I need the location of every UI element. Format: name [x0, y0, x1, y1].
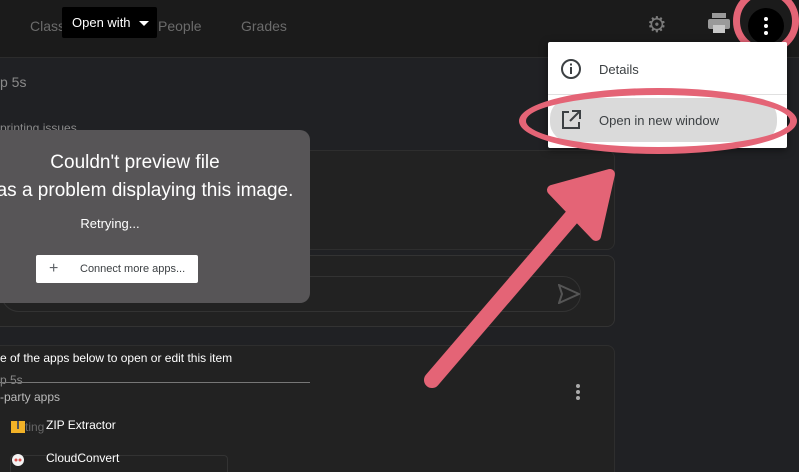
preview-title: Couldn't preview file [50, 152, 220, 173]
background-text: p 5s [0, 373, 23, 387]
annotation-arrow [424, 169, 615, 388]
tab-grades[interactable]: Grades [241, 18, 287, 34]
background-text: p 5s [0, 74, 27, 90]
zip-icon [10, 418, 26, 434]
connect-label: Connect more apps... [80, 263, 186, 275]
app-name: ZIP Extractor [46, 418, 116, 432]
info-icon [561, 59, 581, 79]
connect-more-apps-button[interactable]: + Connect more apps... [36, 255, 198, 283]
preview-error-panel: Couldn't preview file as a problem displ… [0, 130, 310, 303]
open-with-label: Open with [72, 15, 131, 30]
app-item-zip-extractor[interactable]: ZIP Extractor [0, 418, 200, 436]
apps-heading: e of the apps below to open or edit this… [0, 351, 233, 365]
third-party-label: -party apps [0, 390, 61, 404]
apps-divider [0, 382, 310, 383]
cloud-icon [10, 451, 26, 467]
open-with-button[interactable]: Open with [62, 7, 157, 38]
app-name: CloudConvert [46, 451, 120, 465]
preview-status: Retrying... [80, 216, 140, 231]
tab-people[interactable]: People [158, 18, 202, 34]
caret-down-icon [138, 21, 149, 26]
highlight-ring [519, 88, 797, 154]
gear-icon[interactable]: ⚙ [647, 14, 669, 36]
menu-item-label: Details [599, 61, 639, 77]
app-item-cloudconvert[interactable]: CloudConvert [0, 451, 200, 469]
preview-subtitle: as a problem displaying this image. [0, 180, 294, 201]
menu-item-details[interactable]: Details [548, 45, 787, 93]
print-icon[interactable] [707, 12, 731, 34]
plus-icon: + [49, 260, 59, 277]
